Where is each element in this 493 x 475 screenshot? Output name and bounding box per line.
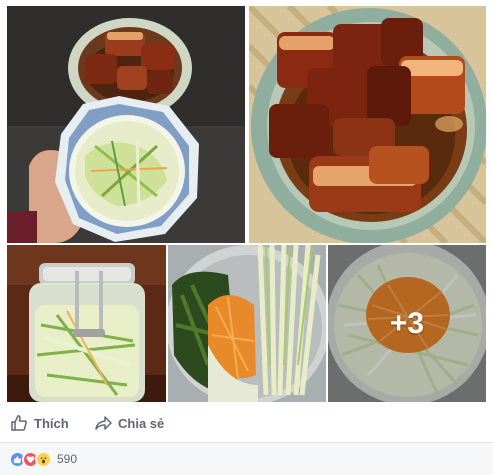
shredded-salad-photo[interactable]: +3	[328, 245, 486, 402]
pickle-jar-photo[interactable]	[7, 245, 166, 402]
more-photos-count: +3	[389, 306, 425, 340]
reaction-icons	[9, 450, 52, 468]
reactions-summary[interactable]: 590	[0, 443, 493, 475]
share-button[interactable]: Chia sẻ	[94, 404, 164, 442]
post-actions-bar: Thích Chia sẻ	[0, 404, 493, 443]
like-label: Thích	[34, 415, 69, 431]
wow-icon	[35, 450, 52, 468]
reaction-count: 590	[57, 452, 78, 466]
like-button[interactable]: Thích	[10, 404, 69, 442]
thumbs-up-icon	[11, 415, 27, 431]
braised-pork-photo[interactable]	[249, 6, 486, 243]
pork-and-slaw-photo[interactable]	[7, 6, 245, 243]
share-arrow-icon	[95, 416, 112, 430]
photo-grid: +3	[0, 0, 493, 404]
vegetables-bowl-photo[interactable]	[168, 245, 326, 402]
more-photos-overlay[interactable]: +3	[328, 245, 486, 402]
share-label: Chia sẻ	[118, 415, 165, 431]
